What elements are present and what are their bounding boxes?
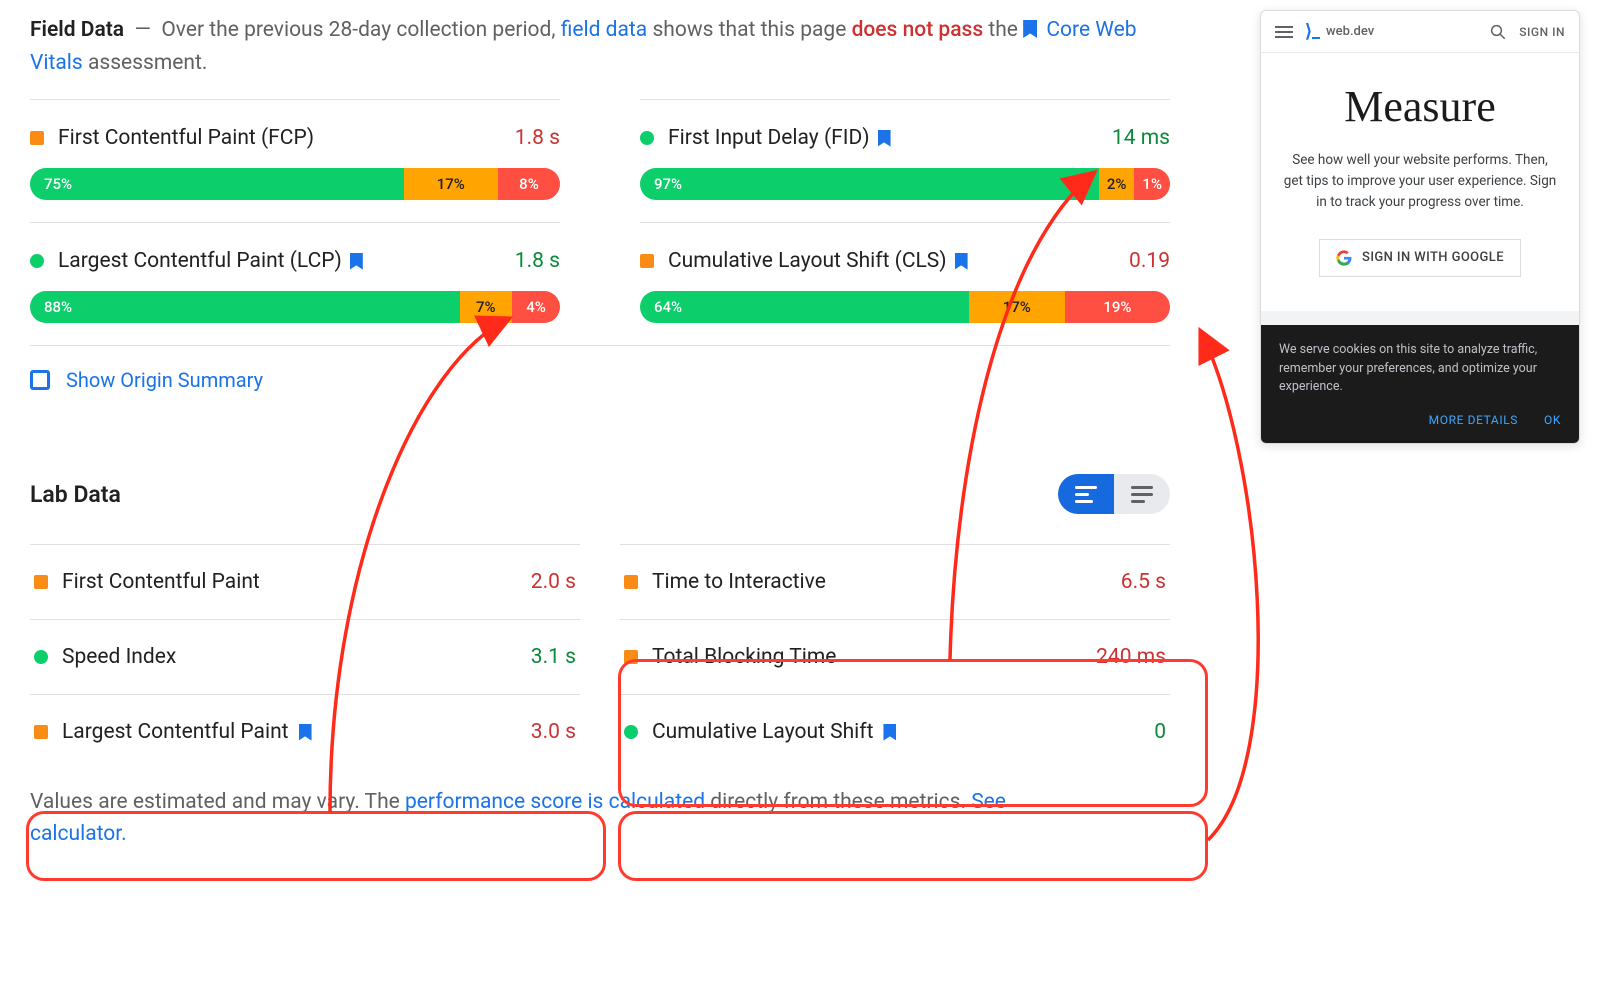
lab-value: 3.0 s xyxy=(531,720,576,744)
bookmark-icon xyxy=(1023,20,1037,38)
bookmark-icon xyxy=(299,724,312,741)
lab-data-title: Lab Data xyxy=(30,481,121,508)
checkbox-icon[interactable] xyxy=(30,370,50,390)
view-toggle[interactable] xyxy=(1058,474,1170,514)
status-icon xyxy=(624,725,638,739)
show-origin-summary[interactable]: Show Origin Summary xyxy=(30,345,1170,414)
bookmark-icon xyxy=(878,130,891,147)
metric-value: 1.8 s xyxy=(515,249,560,273)
field-data-intro: Field Data — Over the previous 28-day co… xyxy=(30,14,1170,79)
bookmark-icon xyxy=(350,253,363,270)
webdev-logo[interactable]: ⟩_web.dev xyxy=(1305,21,1477,42)
lab-row-cls: Cumulative Layout Shift 0 xyxy=(620,694,1170,769)
footnote: Values are estimated and may vary. The p… xyxy=(30,787,1080,850)
measure-description: See how well your website performs. Then… xyxy=(1283,150,1557,213)
lab-value: 0 xyxy=(1154,720,1166,744)
lab-value: 2.0 s xyxy=(531,570,576,594)
metric-name: First Input Delay (FID) xyxy=(668,126,1098,150)
signin-link[interactable]: SIGN IN xyxy=(1519,25,1565,39)
lab-row-tti: Time to Interactive 6.5 s xyxy=(620,544,1170,619)
status-icon xyxy=(30,131,44,145)
metric-value: 14 ms xyxy=(1112,126,1170,150)
metric-fcp: First Contentful Paint (FCP) 1.8 s 75% 1… xyxy=(30,99,560,222)
status-icon xyxy=(624,650,638,664)
menu-icon[interactable] xyxy=(1275,23,1293,41)
bookmark-icon xyxy=(955,253,968,270)
metric-value: 0.19 xyxy=(1129,249,1170,273)
distribution-bar: 75% 17% 8% xyxy=(30,168,560,200)
signin-google-button[interactable]: SIGN IN WITH GOOGLE xyxy=(1319,239,1521,277)
bookmark-icon xyxy=(883,724,896,741)
metric-lcp: Largest Contentful Paint (LCP) 1.8 s 88%… xyxy=(30,222,560,345)
measure-heading: Measure xyxy=(1283,81,1557,132)
status-icon xyxy=(640,254,654,268)
cookie-banner: We serve cookies on this site to analyze… xyxy=(1261,325,1579,443)
view-toggle-left[interactable] xyxy=(1058,474,1114,514)
lab-value: 6.5 s xyxy=(1121,570,1166,594)
cookie-more-details[interactable]: MORE DETAILS xyxy=(1429,411,1518,429)
metric-name: First Contentful Paint (FCP) xyxy=(58,126,501,150)
status-icon xyxy=(624,575,638,589)
mobile-preview: ⟩_web.dev SIGN IN Measure See how well y… xyxy=(1260,10,1580,444)
lab-row-fcp: First Contentful Paint 2.0 s xyxy=(30,544,580,619)
view-toggle-right[interactable] xyxy=(1114,474,1170,514)
google-icon xyxy=(1336,250,1352,266)
distribution-bar: 64% 17% 19% xyxy=(640,291,1170,323)
fail-text: does not pass xyxy=(852,18,984,42)
cookie-ok[interactable]: OK xyxy=(1544,411,1561,429)
status-icon xyxy=(640,131,654,145)
status-icon xyxy=(30,254,44,268)
metric-name: Cumulative Layout Shift (CLS) xyxy=(668,249,1115,273)
field-data-link[interactable]: field data xyxy=(561,18,648,42)
metric-name: Largest Contentful Paint (LCP) xyxy=(58,249,501,273)
perf-score-link[interactable]: performance score is calculated xyxy=(405,790,705,814)
distribution-bar: 88% 7% 4% xyxy=(30,291,560,323)
field-data-title: Field Data xyxy=(30,18,124,42)
status-icon xyxy=(34,575,48,589)
lab-value: 240 ms xyxy=(1096,645,1166,669)
metric-cls: Cumulative Layout Shift (CLS) 0.19 64% 1… xyxy=(640,222,1170,345)
status-icon xyxy=(34,650,48,664)
lab-row-lcp: Largest Contentful Paint 3.0 s xyxy=(30,694,580,769)
status-icon xyxy=(34,725,48,739)
lab-row-si: Speed Index 3.1 s xyxy=(30,619,580,694)
lab-value: 3.1 s xyxy=(531,645,576,669)
metric-value: 1.8 s xyxy=(515,126,560,150)
metric-fid: First Input Delay (FID) 14 ms 97% 2% 1% xyxy=(640,99,1170,222)
search-icon[interactable] xyxy=(1489,23,1507,41)
distribution-bar: 97% 2% 1% xyxy=(640,168,1170,200)
lab-row-tbt: Total Blocking Time 240 ms xyxy=(620,619,1170,694)
